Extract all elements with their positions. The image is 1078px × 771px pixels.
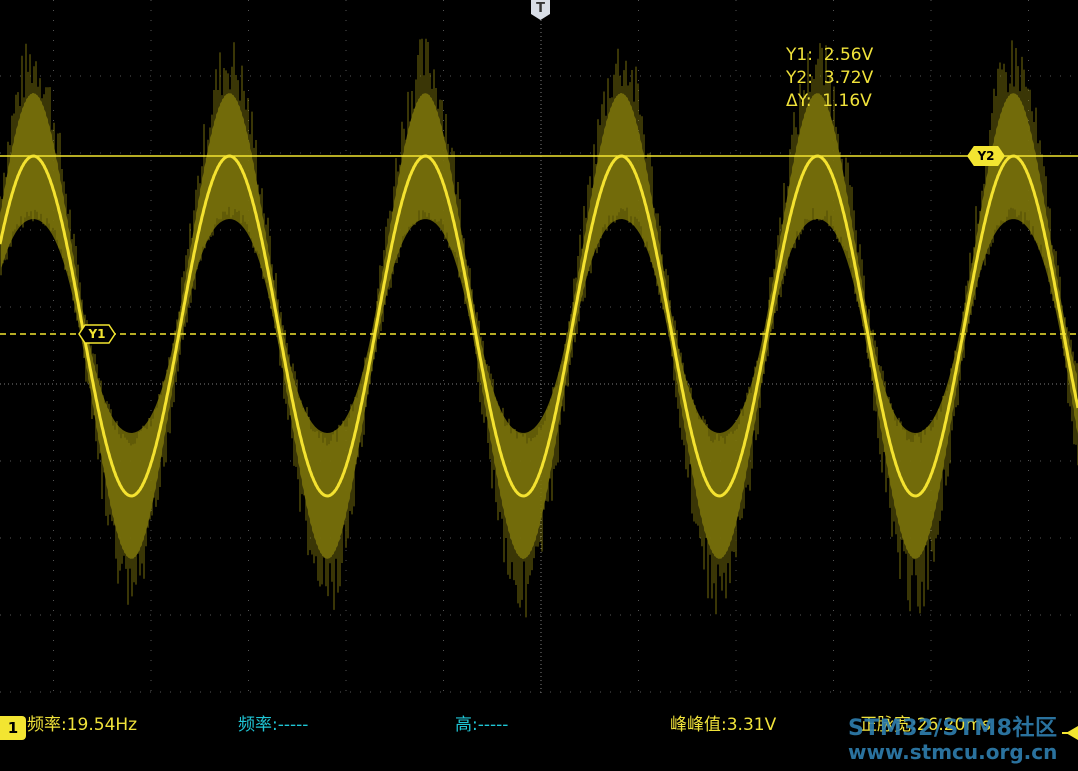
measurement-peak-to-peak[interactable]: 峰峰值:3.31V	[670, 710, 776, 735]
measurement-high[interactable]: 高:-----	[455, 710, 508, 735]
measurement-frequency-ch2[interactable]: 频率:-----	[238, 710, 308, 735]
measurement-frequency-ch1[interactable]: 频率:19.54Hz	[27, 710, 137, 735]
cursor-y1-tag[interactable]: Y1	[78, 324, 116, 344]
watermark: STM32/STM8社区 www.stmcu.org.cn	[848, 716, 1058, 764]
oscilloscope-screen: T Y1: 2.56V Y2: 3.72V ΔY: 1.16V Y2 Y1 频率…	[0, 0, 1078, 771]
noise-band-fill	[0, 93, 1078, 559]
trigger-level-arrow-icon[interactable]	[1062, 724, 1078, 742]
noise-spikes	[0, 38, 1078, 618]
channel-1-badge[interactable]: 1	[0, 716, 26, 740]
signal-noise-envelope	[0, 38, 1078, 618]
waveform-display	[0, 0, 1078, 695]
cursor-y2-readout: Y2: 3.72V	[786, 68, 874, 88]
cursor-y1-readout: Y1: 2.56V	[786, 45, 874, 65]
cursor-delta-readout: ΔY: 1.16V	[786, 91, 872, 111]
cursor-y2-tag[interactable]: Y2	[967, 146, 1005, 166]
graticule-grid	[0, 0, 1078, 695]
cursor-readout-panel: Y1: 2.56V Y2: 3.72V ΔY: 1.16V	[786, 44, 873, 113]
